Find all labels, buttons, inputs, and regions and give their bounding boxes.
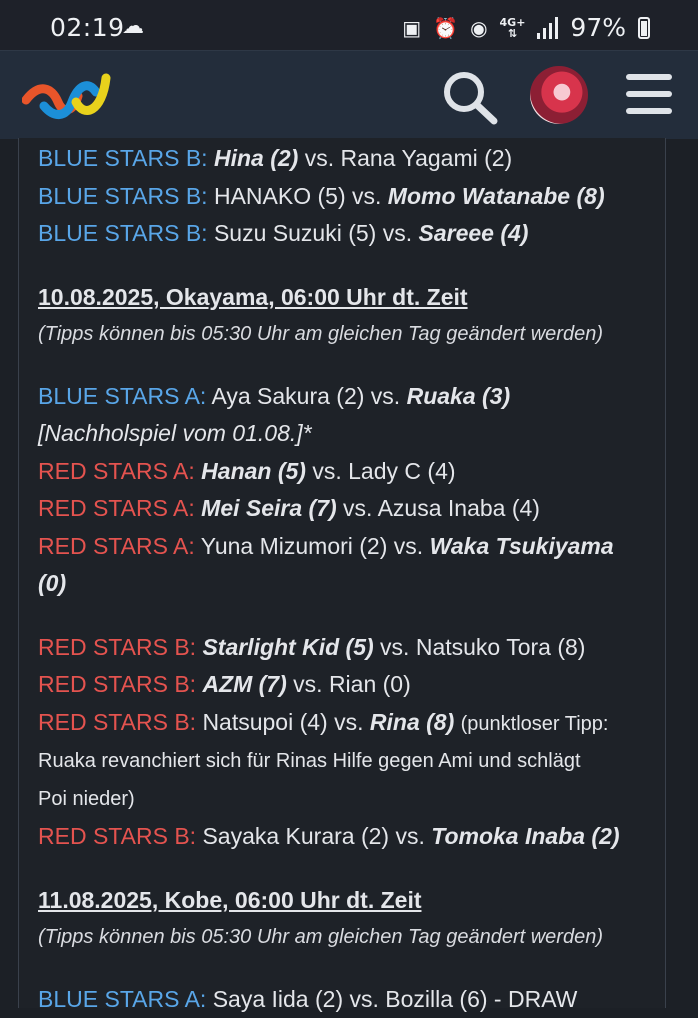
search-icon[interactable] — [440, 68, 500, 126]
match-line: BLUE STARS B: Suzu Suzuki (5) vs. Sareee… — [38, 215, 663, 253]
match-comment: Poi nieder) — [38, 781, 663, 819]
cloud-icon: ☁ — [122, 14, 144, 39]
status-icons: ▣ ⏰ ◉ 4G+⇅ 97% — [402, 13, 650, 42]
signal-icon — [537, 17, 558, 39]
match-line: RED STARS A: Hanan (5) vs. Lady C (4) — [38, 453, 663, 491]
match-line: RED STARS A: Yuna Mizumori (2) vs. Waka … — [38, 528, 663, 566]
event-date-heading: 11.08.2025, Kobe, 06:00 Uhr dt. Zeit — [38, 882, 663, 919]
user-avatar[interactable] — [530, 66, 588, 124]
match-line: BLUE STARS B: HANAKO (5) vs. Momo Watana… — [38, 178, 663, 216]
network-type: 4G+⇅ — [500, 17, 526, 39]
match-line: BLUE STARS A: Saya Iida (2) vs. Bozilla … — [38, 981, 663, 1018]
app-header — [0, 50, 698, 139]
match-line: RED STARS B: Starlight Kid (5) vs. Natsu… — [38, 629, 663, 667]
post-content: BLUE STARS B: Hina (2) vs. Rana Yagami (… — [38, 140, 663, 1018]
hamburger-menu-icon[interactable] — [626, 74, 672, 116]
alarm-icon: ⏰ — [433, 16, 458, 40]
battery-icon — [638, 17, 650, 39]
match-line: RED STARS B: Natsupoi (4) vs. Rina (8) (… — [38, 704, 663, 744]
sim-icon: ▣ — [402, 16, 421, 40]
clock: 02:19 — [50, 13, 125, 42]
match-line: RED STARS B: Sayaka Kurara (2) vs. Tomok… — [38, 818, 663, 856]
status-bar: 02:19 ☁ ▣ ⏰ ◉ 4G+⇅ 97% — [0, 0, 698, 50]
match-line: BLUE STARS A: Aya Sakura (2) vs. Ruaka (… — [38, 378, 663, 416]
event-date-heading: 10.08.2025, Okayama, 06:00 Uhr dt. Zeit — [38, 279, 663, 316]
match-line: RED STARS A: Mei Seira (7) vs. Azusa Ina… — [38, 490, 663, 528]
match-comment: Ruaka revanchiert sich für Rinas Hilfe g… — [38, 743, 663, 781]
hotspot-icon: ◉ — [470, 16, 487, 40]
battery-level: 97% — [570, 13, 626, 42]
wave-logo-icon[interactable] — [22, 66, 118, 124]
match-line: BLUE STARS B: Hina (2) vs. Rana Yagami (… — [38, 140, 663, 178]
match-note: [Nachholspiel vom 01.08.]* — [38, 415, 663, 453]
match-line: RED STARS B: AZM (7) vs. Rian (0) — [38, 666, 663, 704]
event-hint: (Tipps können bis 05:30 Uhr am gleichen … — [38, 316, 663, 352]
match-line-continued: (0) — [38, 565, 663, 603]
event-hint: (Tipps können bis 05:30 Uhr am gleichen … — [38, 919, 663, 955]
